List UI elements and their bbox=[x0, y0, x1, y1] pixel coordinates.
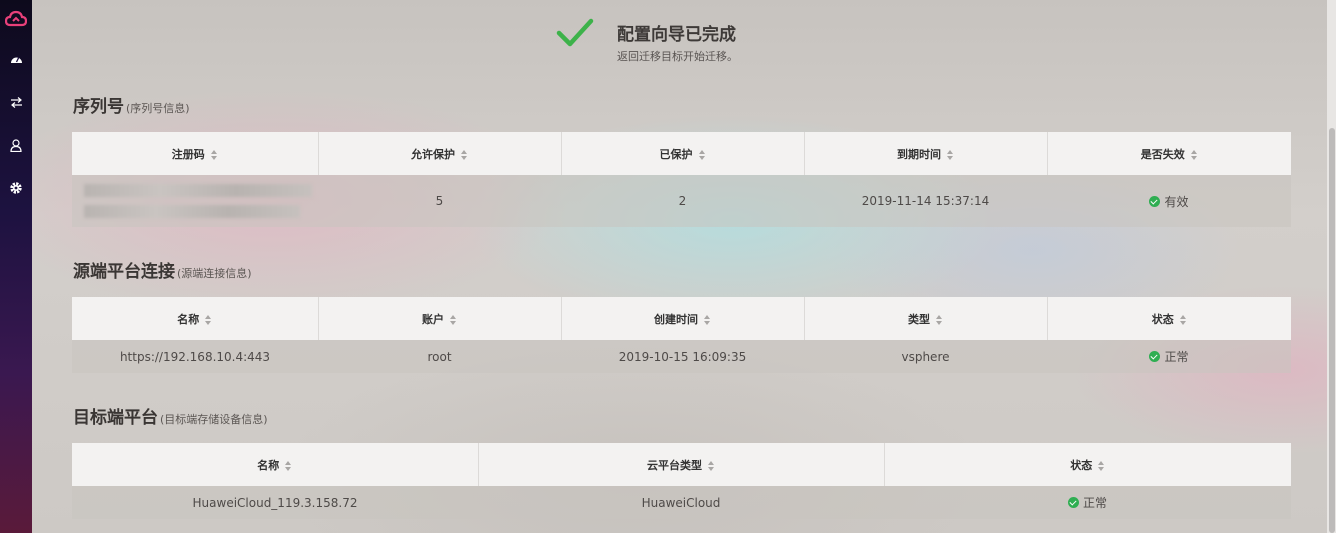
target-status-cell: 正常 bbox=[884, 486, 1291, 519]
column-header-account[interactable]: 账户 bbox=[318, 297, 562, 340]
column-header-name[interactable]: 名称 bbox=[72, 297, 319, 340]
protected-cell: 2 bbox=[561, 175, 804, 227]
column-header-type[interactable]: 类型 bbox=[804, 297, 1048, 340]
column-header-code[interactable]: 注册码 bbox=[72, 132, 319, 175]
check-icon bbox=[556, 18, 594, 47]
source-status-cell: 正常 bbox=[1047, 340, 1291, 373]
status-badge: 正常 bbox=[1082, 496, 1107, 510]
completion-subtitle: 返回迁移目标开始迁移。 bbox=[617, 50, 738, 63]
column-header-created[interactable]: 创建时间 bbox=[561, 297, 805, 340]
target-name-cell: HuaweiCloud_119.3.158.72 bbox=[72, 486, 478, 519]
sort-icon[interactable] bbox=[1179, 314, 1187, 325]
column-header-protect-allowed[interactable]: 允许保护 bbox=[318, 132, 562, 175]
target-section-title: 目标端平台 (目标端存储设备信息) bbox=[73, 408, 268, 428]
dashboard-icon[interactable] bbox=[0, 44, 32, 74]
check-circle-icon bbox=[1149, 351, 1161, 362]
table-row[interactable]: https://192.168.10.4:443 root 2019-10-15… bbox=[72, 340, 1291, 373]
transfer-icon[interactable] bbox=[0, 87, 32, 117]
column-header-status[interactable]: 状态 bbox=[884, 443, 1291, 486]
column-header-invalid[interactable]: 是否失效 bbox=[1047, 132, 1291, 175]
sort-icon[interactable] bbox=[947, 149, 954, 160]
column-header-name[interactable]: 名称 bbox=[72, 443, 479, 486]
sort-icon[interactable] bbox=[1098, 460, 1105, 471]
scrollbar-thumb[interactable] bbox=[1329, 128, 1335, 533]
source-type-cell: vsphere bbox=[804, 340, 1047, 373]
cloud-logo-icon[interactable] bbox=[0, 4, 32, 34]
sort-icon[interactable] bbox=[210, 149, 218, 160]
sort-icon[interactable] bbox=[1190, 149, 1198, 160]
sort-icon[interactable] bbox=[461, 149, 468, 160]
table-row: 5 2 2019-11-14 15:37:14 有效 bbox=[72, 175, 1291, 227]
source-created-cell: 2019-10-15 16:09:35 bbox=[561, 340, 804, 373]
column-header-status[interactable]: 状态 bbox=[1047, 297, 1291, 340]
source-section-subtitle: (源端连接信息) bbox=[177, 267, 252, 280]
protect-allowed-cell: 5 bbox=[318, 175, 561, 227]
table-row[interactable]: HuaweiCloud_119.3.158.72 HuaweiCloud 正常 bbox=[72, 486, 1291, 519]
target-table: 名称 云平台类型 状态 HuaweiCloud_119.3.158.72 Hua… bbox=[72, 443, 1291, 519]
sort-icon[interactable] bbox=[936, 314, 943, 325]
sort-icon[interactable] bbox=[285, 460, 292, 471]
column-header-expire-time[interactable]: 到期时间 bbox=[804, 132, 1048, 175]
sort-icon[interactable] bbox=[450, 314, 457, 325]
status-cell: 有效 bbox=[1047, 175, 1291, 227]
status-badge: 正常 bbox=[1164, 350, 1189, 364]
serial-table: 注册码 允许保护 已保护 到期时间 是否失效 5 2 2019-11-14 15… bbox=[72, 132, 1291, 227]
gear-icon[interactable] bbox=[0, 173, 32, 203]
completion-title: 配置向导已完成 bbox=[617, 25, 736, 45]
source-name-cell: https://192.168.10.4:443 bbox=[72, 340, 318, 373]
column-header-protected[interactable]: 已保护 bbox=[561, 132, 805, 175]
sort-icon[interactable] bbox=[704, 314, 711, 325]
serial-section-title: 序列号 (序列号信息) bbox=[73, 97, 190, 117]
target-section-subtitle: (目标端存储设备信息) bbox=[160, 413, 268, 426]
check-circle-icon bbox=[1149, 195, 1161, 207]
source-section-title: 源端平台连接 (源端连接信息) bbox=[73, 262, 252, 282]
sort-icon[interactable] bbox=[708, 460, 715, 471]
expire-time-cell: 2019-11-14 15:37:14 bbox=[804, 175, 1047, 227]
source-account-cell: root bbox=[318, 340, 561, 373]
sidebar bbox=[0, 0, 32, 533]
serial-section-subtitle: (序列号信息) bbox=[126, 102, 190, 115]
column-header-platform-type[interactable]: 云平台类型 bbox=[478, 443, 885, 486]
sort-icon[interactable] bbox=[698, 149, 706, 160]
sort-icon[interactable] bbox=[205, 314, 212, 325]
target-platform-cell: HuaweiCloud bbox=[478, 486, 884, 519]
status-badge: 有效 bbox=[1164, 194, 1189, 209]
scrollbar[interactable] bbox=[1327, 0, 1336, 533]
source-table: 名称 账户 创建时间 类型 状态 https://192.168.10.4:44… bbox=[72, 297, 1291, 373]
user-icon[interactable] bbox=[0, 130, 32, 160]
serial-code-redacted bbox=[72, 175, 318, 227]
check-circle-icon bbox=[1067, 497, 1079, 508]
